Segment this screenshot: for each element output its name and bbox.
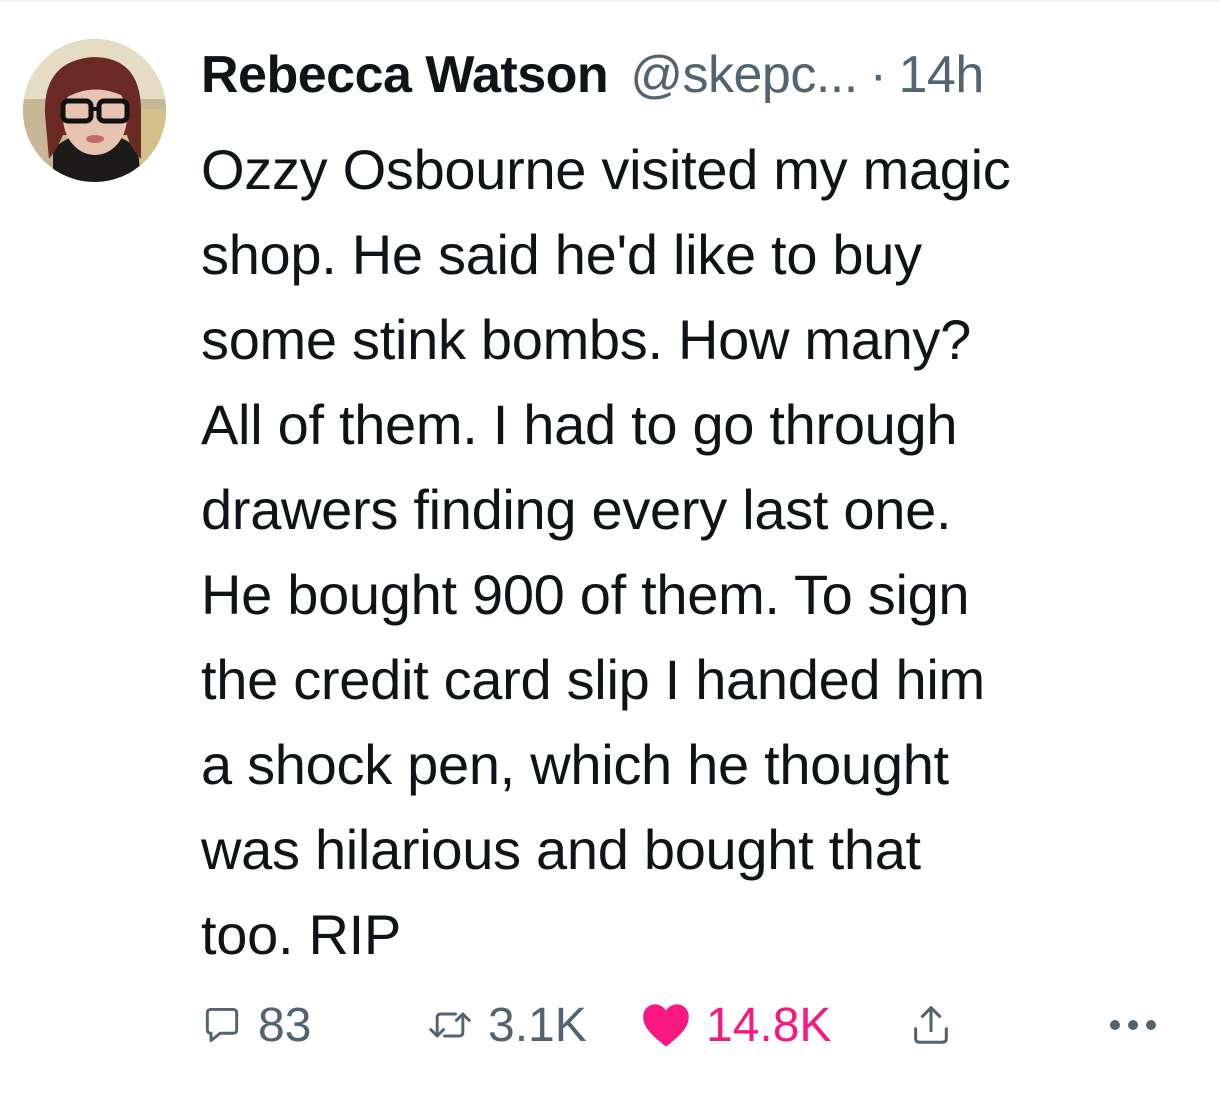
share-icon — [914, 1006, 948, 1044]
like-count: 14.8K — [706, 998, 832, 1052]
tweet-header: Rebecca Watson @skepc... · 14h — [201, 40, 984, 110]
like-button[interactable]: 14.8K — [640, 995, 831, 1055]
author-handle[interactable]: @skepc... — [630, 45, 858, 105]
tweet-actions: 83 3.1K 14.8K — [200, 995, 1200, 1055]
tweet-text-line: too. RIP — [201, 903, 401, 966]
tweet-text-line: was hilarious and bought that — [201, 818, 921, 881]
header-separator: · — [869, 46, 887, 104]
retweet-icon — [429, 1012, 471, 1038]
tweet-text-line: Ozzy Osbourne visited my magic — [201, 138, 1011, 201]
reply-count: 83 — [258, 998, 312, 1052]
reply-button[interactable]: 83 — [200, 995, 311, 1055]
heart-icon — [643, 1004, 689, 1047]
more-icon — [1110, 1020, 1156, 1030]
tweet-text-line: a shock pen, which he thought — [201, 733, 949, 796]
retweet-button[interactable]: 3.1K — [426, 995, 587, 1055]
tweet-text-line: shop. He said he'd like to buy — [201, 223, 922, 286]
share-button[interactable] — [908, 995, 954, 1055]
author-display-name[interactable]: Rebecca Watson — [201, 45, 609, 105]
reply-icon — [205, 1007, 239, 1043]
tweet-text-line: All of them. I had to go through — [201, 393, 958, 456]
tweet-text-line: some stink bombs. How many? — [201, 308, 971, 371]
tweet-text: Ozzy Osbourne visited my magic shop. He … — [201, 127, 1201, 977]
retweet-count: 3.1K — [488, 998, 587, 1052]
tweet-timestamp[interactable]: 14h — [899, 45, 985, 105]
more-button[interactable] — [1108, 995, 1158, 1055]
avatar[interactable] — [23, 39, 166, 182]
avatar-image — [23, 39, 166, 182]
tweet-text-line: He bought 900 of them. To sign — [201, 563, 970, 626]
tweet-card[interactable]: Rebecca Watson @skepc... · 14h Ozzy Osbo… — [0, 0, 1219, 1097]
tweet-text-line: drawers finding every last one. — [201, 478, 952, 541]
tweet-text-line: the credit card slip I handed him — [201, 648, 985, 711]
